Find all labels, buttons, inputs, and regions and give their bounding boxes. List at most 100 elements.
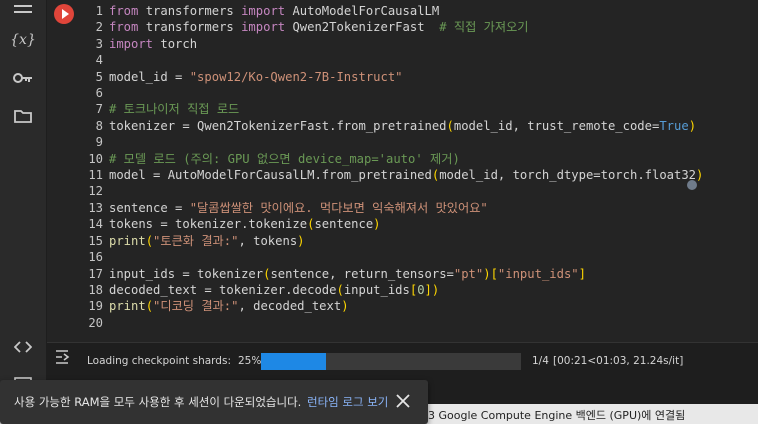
code-token: torch xyxy=(153,36,198,51)
code-line[interactable]: 7 # 토크나이저 직접 로드 xyxy=(84,101,703,117)
progress-label: Loading checkpoint shards: xyxy=(87,355,231,367)
code-token: ( xyxy=(446,118,454,133)
code-token: tokens = tokenizer.tokenize xyxy=(109,217,308,232)
output-options-icon[interactable] xyxy=(54,348,76,370)
line-number: 5 xyxy=(95,69,103,84)
code-text: sentence = "달콤쌉쌀한 맛이에요. 먹다보면 익숙해져서 맛있어요" xyxy=(109,200,488,216)
code-line[interactable]: 18 decoded_text = tokenizer.decode(input_… xyxy=(84,282,703,298)
code-token: # 모델 로드 (주의: GPU 없으면 device_map='auto' 제… xyxy=(109,151,460,166)
code-token: transformers xyxy=(138,20,242,35)
folder-icon[interactable] xyxy=(11,104,35,128)
close-icon[interactable] xyxy=(396,393,412,409)
code-text: # 토크나이저 직접 로드 xyxy=(109,101,239,117)
code-line[interactable]: 11 model = AutoModelForCausalLM.from_pret… xyxy=(84,167,703,183)
code-editor[interactable]: 1 from transformers import AutoModelForCa… xyxy=(84,3,703,331)
code-text: # 모델 로드 (주의: GPU 없으면 device_map='auto' 제… xyxy=(109,151,460,167)
code-line[interactable]: 13 sentence = "달콤쌉쌀한 맛이에요. 먹다보면 익숙해져서 맛있어… xyxy=(84,200,703,216)
code-token: import xyxy=(241,4,286,18)
code-text: print("토큰화 결과:", tokens) xyxy=(109,233,305,249)
code-text: from transformers import Qwen2TokenizerF… xyxy=(109,19,529,35)
code-text: tokens = tokenizer.tokenize(sentence) xyxy=(109,216,381,232)
code-token: input_ids xyxy=(343,282,410,297)
line-number: 20 xyxy=(88,315,103,330)
menu-icon[interactable] xyxy=(11,0,35,24)
code-token: ) xyxy=(688,118,697,133)
code-token: ) xyxy=(431,282,440,297)
code-text: model_id = "spow12/Ko-Qwen2-7B-Instruct" xyxy=(109,69,403,85)
code-line[interactable]: 8 tokenizer = Qwen2TokenizerFast.from_pre… xyxy=(84,118,703,134)
line-number: 13 xyxy=(88,200,103,215)
left-sidebar: {x} xyxy=(0,0,46,424)
code-line[interactable]: 5 model_id = "spow12/Ko-Qwen2-7B-Instruct… xyxy=(84,69,703,85)
progress-bar-fill xyxy=(261,353,326,370)
code-token: "spow12/Ko-Qwen2-7B-Instruct" xyxy=(189,69,403,84)
code-line[interactable]: 14 tokens = tokenizer.tokenize(sentence) xyxy=(84,216,703,232)
code-token: print xyxy=(109,299,146,314)
variables-icon[interactable]: {x} xyxy=(10,28,36,52)
session-crash-toast: 사용 가능한 RAM을 모두 사용한 후 세션이 다운되었습니다. 런타임 로그… xyxy=(0,380,428,424)
code-token: tokenizer = Qwen2TokenizerFast.from_pret… xyxy=(109,118,447,133)
line-number: 12 xyxy=(88,184,103,199)
key-icon[interactable] xyxy=(11,66,35,90)
code-token: # 직접 가져오기 xyxy=(439,20,529,35)
code-token: sentence, return_tensors= xyxy=(270,266,454,281)
progress-count: 1/4 xyxy=(532,355,549,367)
toast-message: 사용 가능한 RAM을 모두 사용한 후 세션이 다운되었습니다. xyxy=(14,395,302,409)
code-line[interactable]: 3 import torch xyxy=(84,36,703,52)
code-line[interactable]: 12 xyxy=(84,183,703,199)
line-number: 14 xyxy=(88,217,103,232)
code-token: 0 xyxy=(417,282,425,297)
code-text: from transformers import AutoModelForCau… xyxy=(109,3,439,19)
variables-label: {x} xyxy=(10,32,36,48)
code-token: , tokens xyxy=(238,233,298,248)
connection-status[interactable]: 3 Google Compute Engine 백엔드 (GPU)에 연결됨 xyxy=(428,407,685,423)
line-number: 1 xyxy=(95,4,103,18)
code-token: ( xyxy=(145,233,154,248)
code-token: Qwen2TokenizerFast xyxy=(285,20,440,35)
code-token: from xyxy=(109,20,139,35)
code-token: True xyxy=(659,118,689,133)
code-icon[interactable] xyxy=(11,335,35,359)
code-text: input_ids = tokenizer(sentence, return_t… xyxy=(109,266,586,282)
code-line[interactable]: 16 xyxy=(84,249,703,265)
code-token: model = AutoModelForCausalLM.from_pretra… xyxy=(109,168,432,183)
code-token: model_id, torch_dtype=torch.float32 xyxy=(439,168,697,183)
code-token: decoded_text = tokenizer.decode xyxy=(109,282,337,297)
code-line[interactable]: 4 xyxy=(84,52,703,68)
code-line[interactable]: 19 print("디코딩 결과:", decoded_text) xyxy=(84,298,703,314)
line-number: 10 xyxy=(88,151,103,166)
code-token: sentence xyxy=(314,217,374,232)
progress-bar xyxy=(261,353,521,370)
line-number: 3 xyxy=(95,36,103,51)
code-line[interactable]: 15 print("토큰화 결과:", tokens) xyxy=(84,233,703,249)
code-line[interactable]: 20 xyxy=(84,315,703,331)
code-token: ) xyxy=(373,217,381,232)
code-token: "토큰화 결과:" xyxy=(153,233,239,248)
run-cell-button[interactable] xyxy=(54,4,74,24)
line-number: 16 xyxy=(88,250,103,265)
code-line[interactable]: 1 from transformers import AutoModelForCa… xyxy=(84,3,703,19)
line-number: 15 xyxy=(88,233,103,248)
cell-output: Loading checkpoint shards: 25% 1/4 [00:2… xyxy=(47,342,758,379)
line-number: 11 xyxy=(88,168,103,183)
code-token: print xyxy=(109,233,146,248)
code-line[interactable]: 10 # 모델 로드 (주의: GPU 없으면 device_map='auto'… xyxy=(84,151,703,167)
line-number: 18 xyxy=(88,282,103,297)
code-text: model = AutoModelForCausalLM.from_pretra… xyxy=(109,167,703,183)
code-text: import torch xyxy=(109,36,197,52)
line-number: 7 xyxy=(95,102,103,117)
code-line[interactable]: 6 xyxy=(84,85,703,101)
view-runtime-logs-link[interactable]: 런타임 로그 보기 xyxy=(307,394,388,410)
line-number: 19 xyxy=(88,299,103,314)
code-token: "pt" xyxy=(453,266,484,281)
code-token: from xyxy=(109,4,139,18)
code-line[interactable]: 17 input_ids = tokenizer(sentence, return… xyxy=(84,266,703,282)
code-token: "디코딩 결과:" xyxy=(153,299,239,314)
code-line[interactable]: 2 from transformers import Qwen2Tokenizer… xyxy=(84,19,703,35)
code-token: import xyxy=(241,20,286,35)
code-token: model_id, trust_remote_code= xyxy=(453,118,660,133)
code-token: "달콤쌉쌀한 맛이에요. 먹다보면 익숙해져서 맛있어요" xyxy=(189,200,488,215)
code-line[interactable]: 9 xyxy=(84,134,703,150)
code-text: print("디코딩 결과:", decoded_text) xyxy=(109,298,349,314)
progress-timing: [00:21<01:03, 21.24s/it] xyxy=(553,355,684,367)
